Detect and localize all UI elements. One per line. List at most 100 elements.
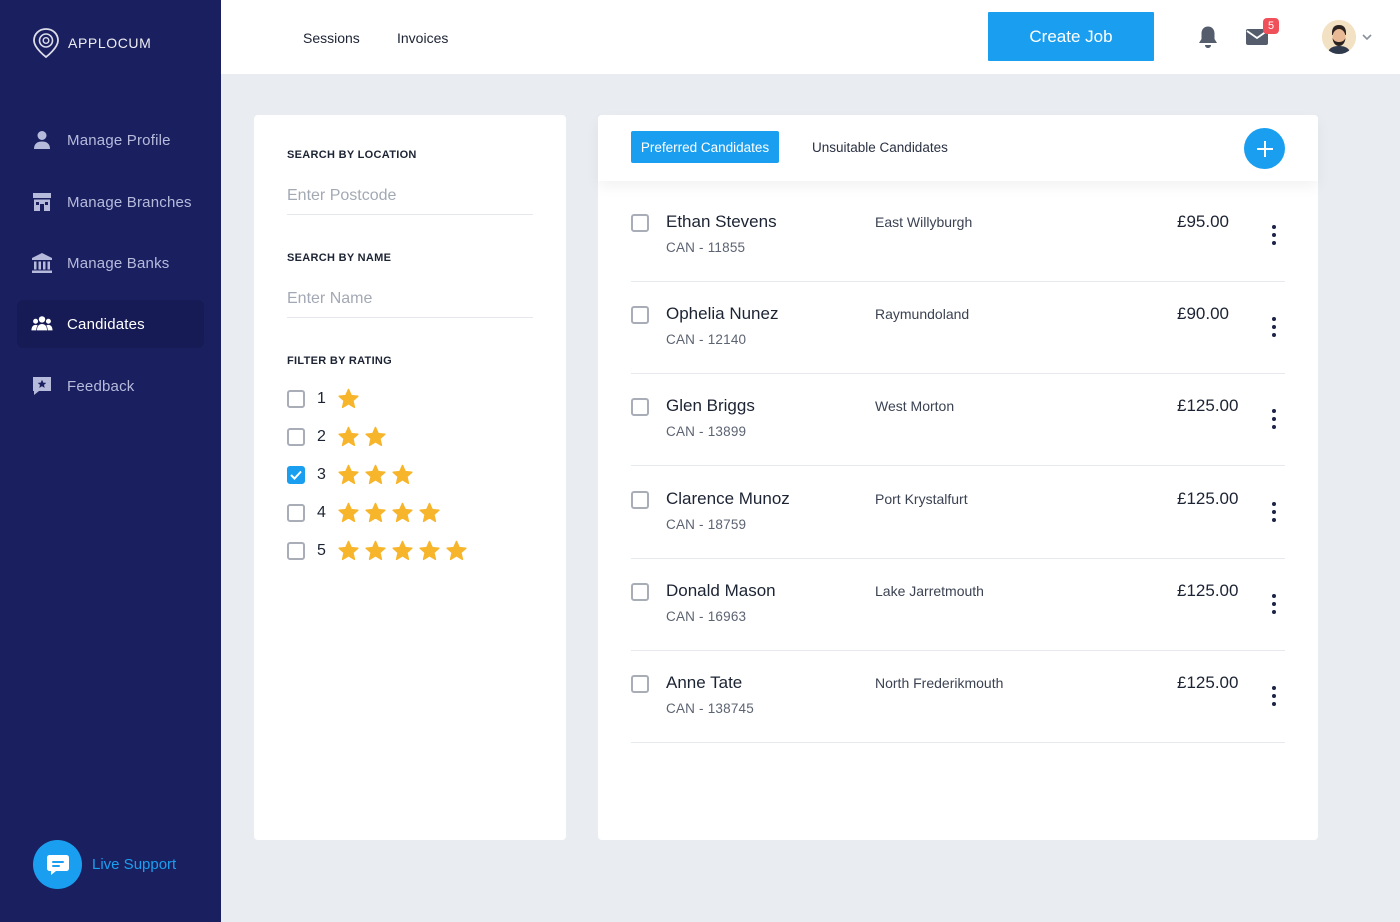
- rating-checkbox[interactable]: [287, 390, 305, 408]
- rating-checkbox[interactable]: [287, 542, 305, 560]
- nav-link-invoices[interactable]: Invoices: [397, 30, 448, 46]
- chevron-down-icon[interactable]: [1361, 31, 1373, 43]
- candidate-id: CAN - 11855: [666, 240, 746, 255]
- candidate-checkbox[interactable]: [631, 398, 649, 417]
- name-input[interactable]: [287, 280, 533, 318]
- star-icon: [338, 388, 359, 409]
- rating-stars: [337, 540, 468, 562]
- sidebar-item-label: Candidates: [67, 315, 145, 333]
- tab-unsuitable-candidates[interactable]: Unsuitable Candidates: [812, 131, 948, 163]
- candidate-id: CAN - 12140: [666, 332, 747, 348]
- add-candidate-button[interactable]: [1244, 128, 1285, 169]
- candidate-rate: £90.00: [1177, 304, 1229, 324]
- candidate-row[interactable]: Anne Tate CAN - 138745 North Frederikmouth…: [631, 651, 1285, 743]
- candidate-name[interactable]: Anne Tate: [666, 673, 742, 693]
- candidate-row[interactable]: Ophelia Nunez CAN - 12140 Raymundoland £90.…: [631, 282, 1285, 375]
- rating-stars: [337, 426, 387, 448]
- star-icon: [338, 464, 359, 485]
- candidate-row[interactable]: Donald Mason CAN - 16963 Lake Jarretmouth £…: [631, 559, 1285, 651]
- candidate-location: Raymundoland: [875, 306, 970, 323]
- sidebar-item-manage-branches[interactable]: Manage Branches: [17, 178, 204, 226]
- more-options-icon[interactable]: [1268, 316, 1280, 338]
- filter-panel: SEARCH BY LOCATION SEARCH BY NAME FILTER…: [254, 115, 566, 840]
- star-icon: [392, 540, 413, 561]
- rating-checkbox[interactable]: [287, 428, 305, 446]
- rating-filter-2[interactable]: 2: [287, 426, 387, 448]
- candidate-row[interactable]: Ethan Stevens CAN - 11855 East Willyburgh £…: [631, 190, 1285, 282]
- more-options-icon[interactable]: [1268, 501, 1280, 523]
- star-icon: [365, 540, 386, 561]
- candidate-checkbox[interactable]: [631, 582, 649, 601]
- nav-link-sessions[interactable]: Sessions: [303, 30, 360, 46]
- rating-value: 2: [317, 428, 326, 445]
- candidate-name[interactable]: Glen Briggs: [666, 396, 755, 416]
- user-icon: [31, 129, 53, 151]
- star-icon: [419, 502, 440, 523]
- rating-checkbox[interactable]: [287, 466, 305, 484]
- candidate-row[interactable]: Glen Briggs CAN - 13899 West Morton £125.00: [631, 374, 1285, 467]
- sidebar-item-manage-profile[interactable]: Manage Profile: [17, 116, 204, 164]
- plus-icon: [1256, 140, 1273, 157]
- star-icon: [392, 464, 413, 485]
- users-icon: [31, 313, 53, 335]
- chat-icon: [33, 840, 82, 889]
- candidate-location: East Willyburgh: [875, 214, 973, 230]
- candidate-location: West Morton: [875, 398, 955, 415]
- bell-icon[interactable]: [1197, 25, 1219, 49]
- more-options-icon[interactable]: [1268, 408, 1280, 430]
- candidate-row[interactable]: Clarence Munoz CAN - 18759 Port Krystalfur…: [631, 467, 1285, 559]
- sidebar-item-label: Feedback: [67, 377, 135, 395]
- star-icon: [419, 540, 440, 561]
- star-icon: [338, 540, 359, 561]
- app-logo[interactable]: APPLOCUM: [32, 27, 151, 59]
- location-heading: SEARCH BY LOCATION: [287, 149, 417, 161]
- candidate-location: North Frederikmouth: [875, 675, 1004, 691]
- more-options-icon[interactable]: [1268, 685, 1280, 707]
- sidebar-item-label: Manage Branches: [67, 193, 192, 211]
- sidebar-item-feedback[interactable]: Feedback: [17, 362, 204, 410]
- sidebar-item-manage-banks[interactable]: Manage Banks: [17, 239, 204, 287]
- top-bar: Sessions Invoices Create Job 5: [221, 0, 1400, 74]
- rating-filter-1[interactable]: 1: [287, 388, 360, 410]
- sidebar-item-label: Manage Profile: [67, 131, 171, 149]
- candidate-id: CAN - 13899: [666, 424, 747, 440]
- user-avatar[interactable]: [1322, 20, 1356, 54]
- store-icon: [31, 191, 53, 213]
- logo-text: APPLOCUM: [68, 35, 152, 51]
- rating-stars: [337, 464, 414, 486]
- postcode-input[interactable]: [287, 177, 533, 215]
- rating-filter-3[interactable]: 3: [287, 464, 414, 486]
- star-icon: [365, 502, 386, 523]
- feedback-icon: [31, 375, 53, 397]
- candidates-header: Preferred Candidates Unsuitable Candidat…: [598, 115, 1318, 181]
- candidate-name[interactable]: Ethan Stevens: [666, 212, 777, 232]
- candidate-rate: £125.00: [1177, 488, 1239, 508]
- candidate-rate: £125.00: [1177, 580, 1239, 600]
- sidebar-item-candidates[interactable]: Candidates: [17, 300, 204, 348]
- create-job-button[interactable]: Create Job: [988, 12, 1154, 61]
- candidate-name[interactable]: Donald Mason: [666, 581, 776, 601]
- candidate-rate: £125.00: [1177, 673, 1239, 692]
- candidate-id: CAN - 138745: [666, 701, 754, 716]
- location-pin-icon: [33, 28, 59, 59]
- live-support-button[interactable]: Live Support: [33, 840, 176, 889]
- candidate-name[interactable]: Clarence Munoz: [666, 489, 790, 509]
- mail-badge: 5: [1263, 18, 1279, 34]
- star-icon: [392, 502, 413, 523]
- candidate-checkbox[interactable]: [631, 214, 649, 232]
- candidate-checkbox[interactable]: [631, 306, 649, 325]
- star-icon: [338, 426, 359, 447]
- tab-preferred-candidates[interactable]: Preferred Candidates: [631, 131, 779, 163]
- rating-stars: [337, 388, 360, 410]
- rating-filter-4[interactable]: 4: [287, 502, 441, 523]
- rating-checkbox[interactable]: [287, 504, 305, 522]
- star-icon: [446, 540, 467, 561]
- candidate-id: CAN - 18759: [666, 516, 747, 532]
- more-options-icon[interactable]: [1268, 224, 1280, 246]
- candidate-name[interactable]: Ophelia Nunez: [666, 304, 778, 324]
- candidate-checkbox[interactable]: [631, 490, 649, 509]
- candidate-checkbox[interactable]: [631, 675, 649, 693]
- rating-filter-5[interactable]: 5: [287, 540, 468, 562]
- more-options-icon[interactable]: [1268, 593, 1280, 615]
- candidates-panel: Preferred Candidates Unsuitable Candidat…: [598, 115, 1318, 840]
